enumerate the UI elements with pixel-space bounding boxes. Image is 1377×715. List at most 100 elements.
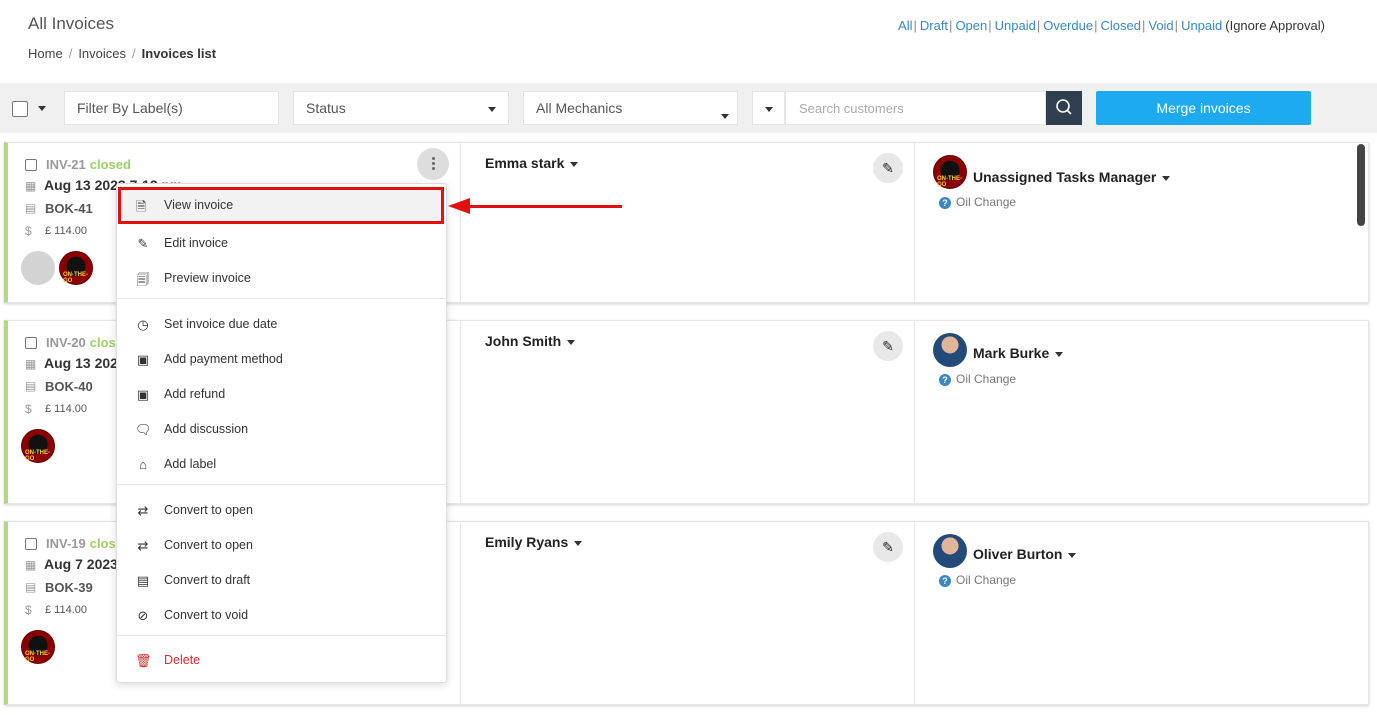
mechanic-name[interactable]: Mark Burke bbox=[973, 345, 1064, 361]
pencil-icon: ✎ bbox=[882, 539, 894, 555]
invoice-status: closed bbox=[89, 157, 131, 172]
exchange-icon: ⇄ bbox=[137, 538, 149, 553]
document-icon: ▤ bbox=[25, 580, 37, 594]
menu-convert-to-void[interactable]: ⊘ Convert to void bbox=[117, 597, 446, 632]
filter-open[interactable]: Open bbox=[955, 18, 987, 33]
annotation-arrow-head bbox=[448, 198, 470, 214]
avatar bbox=[21, 251, 55, 285]
help-icon: ? bbox=[939, 197, 951, 209]
filter-draft[interactable]: Draft bbox=[920, 18, 948, 33]
filter-note: (Ignore Approval) bbox=[1225, 18, 1325, 33]
menu-convert-to-draft[interactable]: ▤ Convert to draft bbox=[117, 562, 446, 597]
menu-convert-to-open[interactable]: ⇄ Convert to open bbox=[117, 492, 446, 527]
select-all-checkbox[interactable] bbox=[12, 101, 28, 117]
mechanic-name[interactable]: Unassigned Tasks Manager bbox=[973, 169, 1171, 185]
menu-set-due-date[interactable]: ◷ Set invoice due date bbox=[117, 306, 446, 341]
bulk-actions-caret-icon[interactable] bbox=[38, 106, 46, 111]
invoice-checkbox[interactable] bbox=[25, 538, 37, 550]
search-button[interactable] bbox=[1046, 91, 1082, 125]
filter-all[interactable]: All bbox=[898, 18, 912, 33]
merge-invoices-button[interactable]: Merge invoices bbox=[1096, 91, 1311, 125]
calendar-icon: ▦ bbox=[25, 357, 37, 371]
caret-down-icon bbox=[574, 540, 583, 546]
menu-convert-to-open-2[interactable]: ⇄ Convert to open bbox=[117, 527, 446, 562]
filter-unpaid-ignore-approval[interactable]: Unpaid bbox=[1181, 18, 1222, 33]
menu-add-discussion[interactable]: 🗨 Add discussion bbox=[117, 411, 446, 446]
edit-customer-button[interactable]: ✎ bbox=[873, 532, 903, 562]
money-icon: ▣ bbox=[136, 387, 150, 402]
dollar-icon: $ bbox=[25, 402, 32, 416]
edit-customer-button[interactable]: ✎ bbox=[873, 153, 903, 183]
menu-preview-invoice[interactable]: 🗐 Preview invoice bbox=[117, 260, 446, 295]
ban-icon: ⊘ bbox=[137, 608, 149, 623]
avatar: ON-THE-GO bbox=[21, 630, 55, 664]
customer-name[interactable]: Emma stark bbox=[485, 155, 579, 171]
money-icon: ▣ bbox=[136, 352, 150, 367]
menu-add-refund[interactable]: ▣ Add refund bbox=[117, 376, 446, 411]
caret-down-icon bbox=[1068, 552, 1077, 558]
avatar: ON-THE-GO bbox=[933, 155, 967, 189]
page-title: All Invoices bbox=[28, 14, 114, 33]
highlight-label: View invoice bbox=[164, 198, 234, 212]
customer-name[interactable]: John Smith bbox=[485, 333, 576, 349]
dollar-icon: $ bbox=[25, 224, 32, 238]
status-select[interactable]: Status bbox=[293, 91, 509, 125]
filter-void[interactable]: Void bbox=[1148, 18, 1173, 33]
search-icon bbox=[1056, 99, 1072, 115]
calendar-icon: ▦ bbox=[25, 179, 37, 193]
more-options-button[interactable] bbox=[417, 148, 449, 180]
toolbar: Filter By Label(s) Status All Mechanics … bbox=[0, 83, 1377, 133]
exchange-icon: ⇄ bbox=[137, 503, 149, 518]
invoice-checkbox[interactable] bbox=[25, 159, 37, 171]
label-filter-input[interactable]: Filter By Label(s) bbox=[64, 91, 279, 125]
chevron-down-icon bbox=[765, 107, 773, 112]
page-header: All Invoices Home / Invoices / Invoices … bbox=[0, 0, 1377, 83]
avatar bbox=[933, 333, 967, 367]
breadcrumb-home[interactable]: Home bbox=[28, 46, 63, 61]
avatar bbox=[933, 534, 967, 568]
menu-add-payment-method[interactable]: ▣ Add payment method bbox=[117, 341, 446, 376]
search-field-select[interactable] bbox=[752, 91, 785, 125]
document-icon: ▤ bbox=[25, 379, 37, 393]
booking-id[interactable]: BOK-41 bbox=[45, 201, 93, 216]
avatar: ON-THE-GO bbox=[21, 429, 55, 463]
preview-icon: 🗐 bbox=[136, 272, 150, 287]
invoice-checkbox[interactable] bbox=[25, 337, 37, 349]
mechanic-name[interactable]: Oliver Burton bbox=[973, 546, 1077, 562]
breadcrumb-invoices[interactable]: Invoices bbox=[78, 46, 126, 61]
booking-id[interactable]: BOK-39 bbox=[45, 580, 93, 595]
dollar-icon: $ bbox=[25, 603, 32, 617]
clock-icon: ◷ bbox=[137, 317, 149, 332]
booking-id[interactable]: BOK-40 bbox=[45, 379, 93, 394]
menu-add-label[interactable]: ⌂ Add label bbox=[117, 446, 446, 481]
customer-name[interactable]: Emily Ryans bbox=[485, 534, 583, 550]
task-item: ? Oil Change bbox=[939, 195, 1016, 209]
mechanics-select[interactable]: All Mechanics bbox=[523, 91, 738, 125]
status-select-value: Status bbox=[306, 100, 346, 116]
filter-unpaid[interactable]: Unpaid bbox=[995, 18, 1036, 33]
task-item: ? Oil Change bbox=[939, 573, 1016, 587]
mechanics-select-value: All Mechanics bbox=[536, 100, 623, 116]
chevron-down-icon bbox=[721, 114, 729, 119]
scrollbar[interactable] bbox=[1357, 144, 1365, 226]
view-invoice-highlight: 🗎 View invoice bbox=[118, 187, 444, 224]
annotation-arrow-line bbox=[468, 205, 622, 208]
menu-delete[interactable]: 🗑 Delete bbox=[117, 642, 446, 677]
edit-customer-button[interactable]: ✎ bbox=[873, 331, 903, 361]
invoice-amount: £ 114.00 bbox=[45, 403, 88, 415]
caret-down-icon bbox=[1162, 175, 1171, 181]
invoice-amount: £ 114.00 bbox=[45, 604, 88, 616]
trash-icon: 🗑 bbox=[135, 653, 152, 668]
filter-closed[interactable]: Closed bbox=[1101, 18, 1141, 33]
caret-down-icon bbox=[567, 339, 576, 345]
calendar-icon: ▦ bbox=[25, 558, 37, 572]
edit-icon: ✎ bbox=[137, 236, 149, 251]
invoice-amount: £ 114.00 bbox=[45, 225, 88, 237]
pencil-icon: ✎ bbox=[882, 160, 894, 176]
menu-edit-invoice[interactable]: ✎ Edit invoice bbox=[117, 225, 446, 260]
search-input[interactable]: Search customers bbox=[785, 91, 1046, 125]
invoice-id[interactable]: INV-21 closed bbox=[46, 157, 131, 172]
tag-icon: ⌂ bbox=[139, 457, 147, 472]
pdf-file-icon: 🗎 bbox=[136, 199, 147, 214]
filter-overdue[interactable]: Overdue bbox=[1043, 18, 1093, 33]
